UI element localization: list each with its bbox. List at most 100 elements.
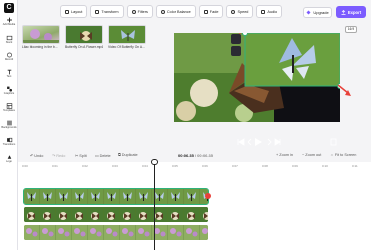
timeline-track-lilac[interactable] (24, 225, 208, 240)
lilac-image (23, 29, 59, 43)
timeline-ruler[interactable]: 0:00 0:01 0:02 0:03 0:04 0:05 0:06 0:07 0:08 0:09… (22, 164, 367, 170)
rail-item-logo[interactable]: Logo (0, 154, 18, 170)
track-frame (168, 207, 183, 222)
fullscreen-icon[interactable] (330, 138, 337, 146)
filters-icon (131, 9, 136, 14)
video-editor-app: C Add Media Stock Record Text Graphics T… (0, 0, 371, 250)
skip-back-icon[interactable] (237, 138, 245, 146)
delete-label: Delete (99, 154, 111, 158)
track-frame (72, 207, 87, 222)
media-thumbnail-butterfly[interactable] (108, 25, 146, 44)
fit-label: Fit to Screen (334, 153, 357, 157)
rail-item-label: Stock (5, 41, 13, 44)
media-thumbnail-lilac[interactable] (22, 25, 60, 44)
audio-label: Audio (267, 9, 278, 14)
fade-button[interactable]: Fade (198, 5, 224, 18)
upload-icon (341, 9, 346, 15)
layout-label: Layout (71, 9, 83, 14)
playhead-handle[interactable] (151, 159, 158, 165)
color-balance-label: Color Balance (166, 9, 191, 14)
rail-item-label: Record (4, 58, 14, 61)
trim-handle-icon[interactable] (204, 192, 212, 200)
crop-control[interactable] (231, 34, 241, 44)
resize-handle-top-left[interactable] (242, 33, 248, 36)
track-frame (88, 207, 103, 222)
layout-button[interactable]: Layout (60, 5, 88, 18)
arrow-icon (337, 84, 351, 96)
track-frame (56, 225, 71, 240)
speed-button[interactable]: Speed (226, 5, 254, 18)
filters-button[interactable]: Filters (126, 5, 153, 18)
timeline-track-butterfly[interactable] (23, 188, 209, 205)
track-frame (104, 207, 119, 222)
ruler-tick: 0:08 (262, 164, 268, 168)
track-frame (40, 207, 55, 222)
track-frame (56, 189, 71, 204)
preview-stage[interactable] (174, 33, 340, 122)
ruler-tick: 0:03 (112, 164, 118, 168)
ruler-tick: 0:02 (82, 164, 88, 168)
track-frame (200, 207, 208, 222)
duplicate-label: Duplicate (121, 153, 138, 157)
rail-item-transitions[interactable]: Transitions (0, 137, 18, 153)
speed-icon (231, 9, 236, 14)
split-button[interactable]: ✂ Split (75, 153, 87, 158)
rail-item-graphics[interactable]: Graphics (0, 86, 18, 102)
filters-label: Filters (137, 9, 148, 14)
rail-item-label: Text (6, 75, 12, 78)
duplicate-button[interactable]: ⧉ Duplicate (118, 153, 138, 157)
ruler-tick: 0:09 (292, 164, 298, 168)
zoom-in-button[interactable]: + Zoom in (276, 153, 293, 157)
audio-button[interactable]: Audio (256, 5, 283, 18)
redo-button[interactable]: ↷ Redo (52, 153, 65, 158)
rail-item-record[interactable]: Record (0, 52, 18, 68)
transform-button[interactable]: Transform (90, 5, 124, 18)
ruler-tick: 0:07 (232, 164, 238, 168)
upgrade-button[interactable]: Upgrade (303, 7, 332, 18)
zoom-out-button[interactable]: − Zoom out (302, 153, 321, 157)
ruler-tick: 0:00 (22, 164, 28, 168)
zoom-in-label: Zoom in (279, 153, 293, 157)
track-frame (88, 189, 103, 204)
rail-item-backgrounds[interactable]: Backgrounds (0, 120, 18, 136)
audio-icon (261, 9, 266, 14)
fit-to-screen-button[interactable]: ⇔ Fit to Screen (330, 153, 356, 157)
media-panel (18, 0, 168, 147)
upgrade-label: Upgrade (313, 10, 329, 15)
track-frame (136, 189, 151, 204)
track-frame (168, 225, 183, 240)
skip-forward-icon[interactable] (274, 138, 281, 146)
undo-button[interactable]: ↶ Undo (30, 153, 43, 158)
media-thumbnail-butterfly-flower[interactable] (65, 25, 103, 44)
delete-button[interactable]: ▭ Delete (95, 153, 111, 158)
rail-item-stock[interactable]: Stock (0, 35, 18, 51)
track-frame (72, 189, 87, 204)
forward-icon[interactable] (267, 138, 272, 146)
more-control[interactable] (231, 46, 241, 56)
track-frame (56, 207, 71, 222)
transform-label: Transform (101, 9, 119, 14)
rail-item-add-media[interactable]: Add Media (0, 17, 18, 33)
export-button[interactable]: Export (336, 6, 366, 18)
timeline-track-butterfly-flower[interactable] (24, 207, 208, 222)
color-balance-button[interactable]: Color Balance (155, 5, 196, 18)
redo-label: Redo (56, 154, 66, 158)
playback-bar (237, 138, 337, 146)
zoom-out-label: Zoom out (305, 153, 322, 157)
rail-item-text[interactable]: Text (0, 69, 18, 85)
track-frame (200, 225, 208, 240)
rail-item-templates[interactable]: Templates (0, 103, 18, 119)
track-frame (120, 189, 135, 204)
track-frame (104, 225, 119, 240)
left-rail: C Add Media Stock Record Text Graphics T… (0, 0, 18, 250)
layout-icon (65, 9, 69, 14)
track-frame (120, 225, 135, 240)
playhead[interactable] (154, 162, 155, 250)
fade-icon (203, 9, 208, 14)
rail-item-label: Logo (6, 160, 12, 163)
track-thumbnails (24, 207, 208, 222)
rewind-icon[interactable] (247, 138, 252, 146)
play-icon[interactable] (255, 138, 262, 146)
aspect-ratio-button[interactable]: 16:9 (345, 26, 357, 33)
split-label: Split (79, 154, 87, 158)
